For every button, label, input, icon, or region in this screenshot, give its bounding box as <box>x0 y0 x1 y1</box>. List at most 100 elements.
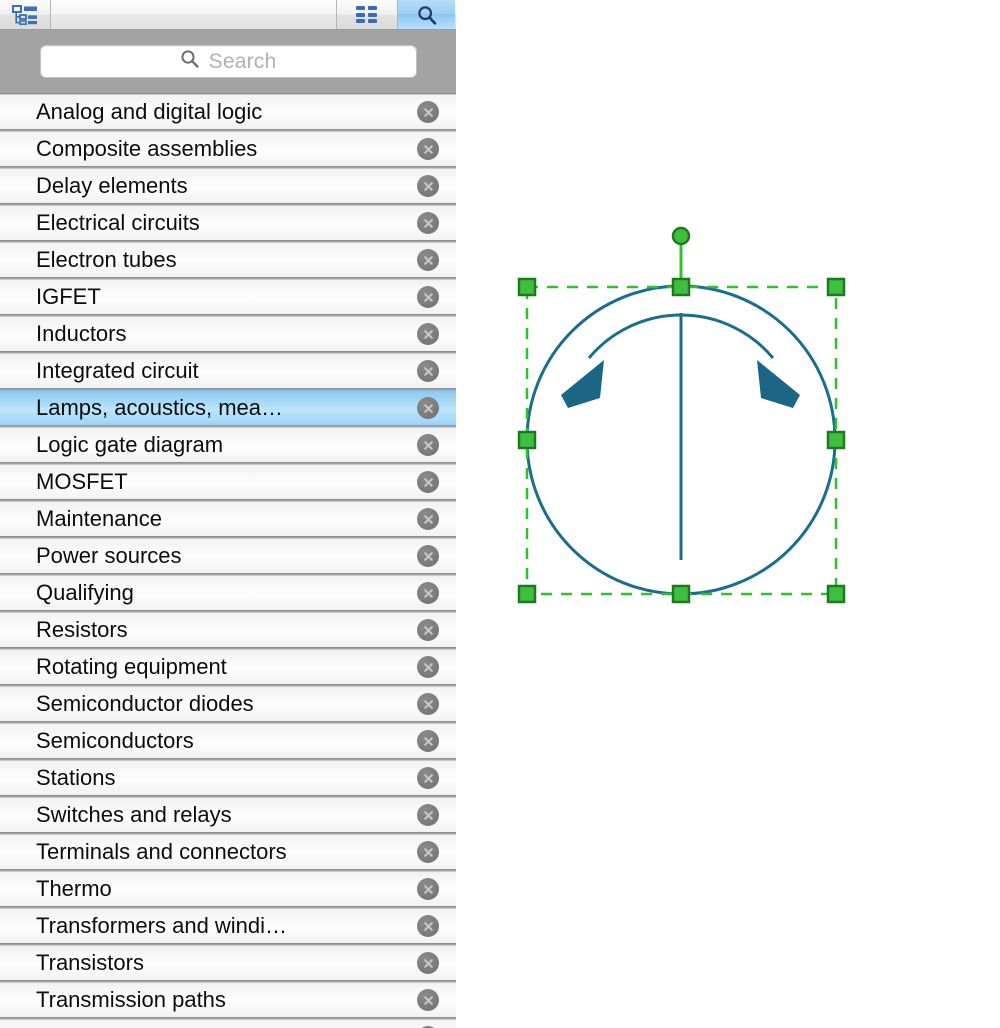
search-input[interactable]: Search <box>40 45 417 78</box>
list-item[interactable]: Semiconductor diodes <box>0 686 456 722</box>
list-item[interactable]: Transformers and windi… <box>0 908 456 944</box>
close-circle-icon[interactable] <box>417 286 439 308</box>
close-circle-icon[interactable] <box>417 360 439 382</box>
list-item-label: Lamps, acoustics, mea… <box>36 397 283 419</box>
list-item[interactable]: Lamps, acoustics, mea… <box>0 390 456 426</box>
list-item-label: Qualifying <box>36 582 134 604</box>
search-placeholder-text: Search <box>209 51 277 72</box>
list-item[interactable]: Stations <box>0 760 456 796</box>
close-circle-icon[interactable] <box>417 915 439 937</box>
list-item-label: Logic gate diagram <box>36 434 223 456</box>
close-circle-icon[interactable] <box>417 989 439 1011</box>
close-circle-icon[interactable] <box>417 434 439 456</box>
list-item[interactable]: Qualifying <box>0 575 456 611</box>
close-circle-icon[interactable] <box>417 878 439 900</box>
selection-handle[interactable] <box>519 279 535 295</box>
grid-view-icon <box>356 6 378 23</box>
shape-arrowhead-left <box>561 360 604 408</box>
close-circle-icon[interactable] <box>417 138 439 160</box>
selection-handle[interactable] <box>828 279 844 295</box>
selection-handle[interactable] <box>673 586 689 602</box>
list-item-label: Rotating equipment <box>36 656 227 678</box>
rotating-machine-shape[interactable] <box>456 0 1000 1028</box>
list-item-label: Analog and digital logic <box>36 101 262 123</box>
list-item-label: Transformers and windi… <box>36 915 287 937</box>
close-circle-icon[interactable] <box>417 101 439 123</box>
application-window: Search Analog and digital logic Composite… <box>0 0 1000 1028</box>
selection-handle[interactable] <box>828 432 844 448</box>
list-item-label: MOSFET <box>36 471 128 493</box>
list-item-label: Semiconductor diodes <box>36 693 254 715</box>
list-item[interactable]: Maintenance <box>0 501 456 537</box>
list-item[interactable]: IGFET <box>0 279 456 315</box>
list-item[interactable]: Composite assemblies <box>0 131 456 167</box>
close-circle-icon[interactable] <box>417 323 439 345</box>
close-circle-icon[interactable] <box>417 952 439 974</box>
close-circle-icon[interactable] <box>417 841 439 863</box>
selection-handle[interactable] <box>519 432 535 448</box>
selection-handle[interactable] <box>673 279 689 295</box>
categories-panel: Search Analog and digital logic Composite… <box>0 0 456 1028</box>
tree-view-button[interactable] <box>0 0 51 29</box>
search-view-button[interactable] <box>398 0 455 29</box>
list-item-label: Delay elements <box>36 175 188 197</box>
search-field-icon <box>180 49 200 74</box>
list-item[interactable]: Switches and relays <box>0 797 456 833</box>
list-item-label: Stations <box>36 767 116 789</box>
close-circle-icon[interactable] <box>417 508 439 530</box>
list-item-label: Semiconductors <box>36 730 194 752</box>
close-circle-icon[interactable] <box>417 693 439 715</box>
list-item-label: Thermo <box>36 878 112 900</box>
close-circle-icon[interactable] <box>417 545 439 567</box>
view-mode-toolbar <box>0 0 456 30</box>
list-item[interactable]: MOSFET <box>0 464 456 500</box>
list-item-label: Maintenance <box>36 508 162 530</box>
close-circle-icon[interactable] <box>417 212 439 234</box>
list-item[interactable]: Transmission paths <box>0 982 456 1018</box>
list-item-label: Electrical circuits <box>36 212 200 234</box>
list-item[interactable]: Rotating equipment <box>0 649 456 685</box>
selection-handle[interactable] <box>828 586 844 602</box>
close-circle-icon[interactable] <box>417 656 439 678</box>
list-item[interactable]: Thermo <box>0 871 456 907</box>
list-item[interactable]: Logic gate diagram <box>0 427 456 463</box>
rotation-handle[interactable] <box>673 228 689 244</box>
list-item[interactable]: Electron tubes <box>0 242 456 278</box>
close-circle-icon[interactable] <box>417 767 439 789</box>
category-list[interactable]: Analog and digital logic Composite assemb… <box>0 94 456 1028</box>
list-item[interactable]: Integrated circuit <box>0 353 456 389</box>
list-item[interactable]: Resistors <box>0 612 456 648</box>
list-item[interactable]: Power sources <box>0 538 456 574</box>
close-circle-icon[interactable] <box>417 619 439 641</box>
selection-handle[interactable] <box>519 586 535 602</box>
list-item[interactable]: Terminals and connectors <box>0 834 456 870</box>
list-item[interactable]: VHF UHF SHF <box>0 1019 456 1028</box>
list-item-label: Transistors <box>36 952 144 974</box>
shape-arrowhead-right <box>757 360 800 408</box>
list-item[interactable]: Inductors <box>0 316 456 352</box>
grid-view-button[interactable] <box>337 0 398 29</box>
list-item[interactable]: Delay elements <box>0 168 456 204</box>
close-circle-icon[interactable] <box>417 175 439 197</box>
list-item[interactable]: Transistors <box>0 945 456 981</box>
close-circle-icon[interactable] <box>417 397 439 419</box>
close-circle-icon[interactable] <box>417 804 439 826</box>
list-item[interactable]: Analog and digital logic <box>0 94 456 130</box>
close-circle-icon[interactable] <box>417 730 439 752</box>
close-circle-icon[interactable] <box>417 249 439 271</box>
list-item-label: IGFET <box>36 286 101 308</box>
list-item-label: Resistors <box>36 619 128 641</box>
list-item[interactable]: Electrical circuits <box>0 205 456 241</box>
search-bar-region: Search <box>0 30 456 94</box>
list-item[interactable]: Semiconductors <box>0 723 456 759</box>
list-item-label: Terminals and connectors <box>36 841 287 863</box>
list-item-label: Integrated circuit <box>36 360 199 382</box>
drawing-canvas[interactable] <box>456 0 1000 1028</box>
list-item-label: Electron tubes <box>36 249 177 271</box>
list-item-label: Transmission paths <box>36 989 226 1011</box>
search-icon <box>417 5 437 25</box>
close-circle-icon[interactable] <box>417 582 439 604</box>
toolbar-empty-segment <box>51 0 337 29</box>
list-item-label: Switches and relays <box>36 804 232 826</box>
close-circle-icon[interactable] <box>417 471 439 493</box>
